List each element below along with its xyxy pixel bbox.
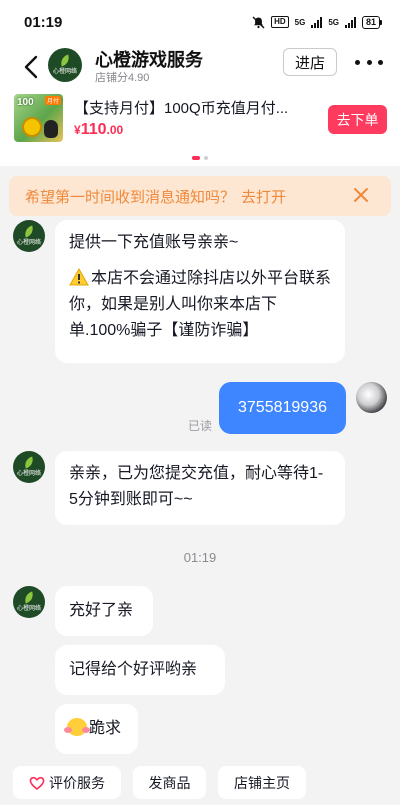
shop-message-avatar[interactable]: 心橙网络 bbox=[13, 220, 45, 252]
close-icon[interactable] bbox=[351, 185, 371, 205]
place-order-button[interactable]: 去下单 bbox=[328, 105, 387, 134]
penguin-icon bbox=[44, 120, 58, 138]
price-currency: ¥ bbox=[74, 123, 81, 137]
leaf-logo-icon bbox=[22, 456, 36, 468]
hd-badge: HD bbox=[271, 16, 289, 28]
battery-level: 81 bbox=[361, 15, 380, 29]
shop-message-avatar[interactable]: 心橙网络 bbox=[13, 451, 45, 483]
begging-face-icon bbox=[64, 718, 90, 736]
product-title[interactable]: 【支持月付】100Q币充值月付... bbox=[74, 97, 288, 118]
mute-bell-icon bbox=[252, 16, 265, 28]
warning-text: 本店不会通过除抖店以外平台联系你，如果是别人叫你来本店下单.100%骗子【谨防诈… bbox=[69, 270, 332, 339]
notification-banner: 希望第一时间收到消息通知吗？ 去打开 bbox=[9, 176, 391, 216]
logo-text: 心橙网络 bbox=[16, 605, 41, 612]
product-image-badge: 月付 bbox=[44, 96, 61, 105]
price-decimal: .00 bbox=[106, 123, 124, 137]
battery-icon: 81 bbox=[361, 15, 382, 29]
chat-header: 心橙网络 心橙游戏服务 店铺分4.90 进店 bbox=[0, 44, 400, 90]
notification-open-link[interactable]: 去打开 bbox=[241, 186, 286, 207]
product-card[interactable]: 100 月付 【支持月付】100Q币充值月付... ¥110.00 去下单 bbox=[0, 90, 400, 166]
shop-home-label: 店铺主页 bbox=[234, 774, 290, 791]
product-image[interactable]: 100 月付 bbox=[14, 94, 63, 142]
enter-shop-button[interactable]: 进店 bbox=[283, 48, 337, 76]
logo-text: 心橙网络 bbox=[16, 239, 41, 246]
price-integer: 110 bbox=[80, 121, 107, 138]
chevron-left-icon bbox=[24, 55, 38, 79]
dot-icon bbox=[366, 59, 372, 65]
heart-badge-icon bbox=[29, 776, 45, 790]
read-receipt: 已读 bbox=[188, 419, 213, 433]
logo-text: 心橙网络 bbox=[52, 68, 77, 75]
more-options-button[interactable] bbox=[355, 52, 383, 72]
message-bubble-shop[interactable]: 亲亲，已为您提交充值，耐心等待1-5分钟到账即可~~ bbox=[55, 451, 345, 525]
message-bubble-shop[interactable]: 跪求 bbox=[55, 704, 138, 754]
carousel-dot-active bbox=[192, 156, 200, 160]
send-product-button[interactable]: 发商品 bbox=[133, 766, 206, 799]
leaf-logo-icon bbox=[22, 225, 36, 237]
message-text: 提供一下充值账号亲亲~ bbox=[69, 234, 239, 251]
rate-service-label: 评价服务 bbox=[49, 774, 105, 791]
back-button[interactable] bbox=[18, 52, 44, 82]
product-price: ¥110.00 bbox=[74, 121, 123, 139]
chat-timestamp: 01:19 bbox=[183, 550, 217, 565]
leaf-logo-icon bbox=[58, 54, 72, 66]
warning-block: 本店不会通过除抖店以外平台联系你，如果是别人叫你来本店下单.100%骗子【谨防诈… bbox=[69, 266, 331, 344]
leaf-logo-icon bbox=[22, 591, 36, 603]
carousel-dot bbox=[204, 156, 208, 160]
shop-avatar[interactable]: 心橙网络 bbox=[48, 48, 82, 82]
network-type-2: 5G bbox=[328, 17, 339, 27]
message-text: 充好了亲 bbox=[69, 602, 134, 619]
shop-score: 店铺分4.90 bbox=[95, 72, 150, 84]
status-bar: 01:19 HD 5G 5G 81 bbox=[0, 0, 400, 44]
send-product-label: 发商品 bbox=[148, 774, 191, 791]
carousel-indicator bbox=[0, 156, 400, 160]
message-text: 亲亲，已为您提交充值，耐心等待1-5分钟到账即可~~ bbox=[69, 465, 324, 508]
dot-icon bbox=[355, 59, 360, 65]
warning-icon bbox=[69, 268, 89, 286]
dot-icon bbox=[378, 59, 383, 65]
status-time: 01:19 bbox=[24, 13, 63, 31]
user-avatar[interactable] bbox=[356, 382, 387, 413]
coin-icon bbox=[22, 117, 42, 137]
message-bubble-shop[interactable]: 提供一下充值账号亲亲~ 本店不会通过除抖店以外平台联系你，如果是别人叫你来本店下… bbox=[55, 220, 345, 363]
network-type-1: 5G bbox=[294, 17, 306, 27]
message-text: 记得给个好评哟亲 bbox=[69, 661, 198, 678]
message-text: 跪求 bbox=[89, 720, 122, 737]
rate-service-button[interactable]: 评价服务 bbox=[13, 766, 121, 799]
shop-message-avatar[interactable]: 心橙网络 bbox=[13, 586, 45, 618]
shop-home-button[interactable]: 店铺主页 bbox=[218, 766, 306, 799]
message-text: 3755819936 bbox=[238, 399, 327, 416]
signal-icon-2 bbox=[344, 16, 356, 28]
status-icons: HD 5G 5G 81 bbox=[252, 15, 382, 29]
message-bubble-mine[interactable]: 3755819936 bbox=[219, 382, 346, 434]
product-image-amount: 100 bbox=[17, 97, 34, 108]
message-bubble-shop[interactable]: 记得给个好评哟亲 bbox=[55, 645, 225, 695]
notification-text: 希望第一时间收到消息通知吗？ bbox=[25, 188, 236, 206]
message-bubble-shop[interactable]: 充好了亲 bbox=[55, 586, 153, 636]
signal-icon-1 bbox=[311, 16, 323, 28]
quick-action-bar: 评价服务 发商品 店铺主页 bbox=[0, 766, 400, 805]
logo-text: 心橙网络 bbox=[16, 470, 41, 477]
